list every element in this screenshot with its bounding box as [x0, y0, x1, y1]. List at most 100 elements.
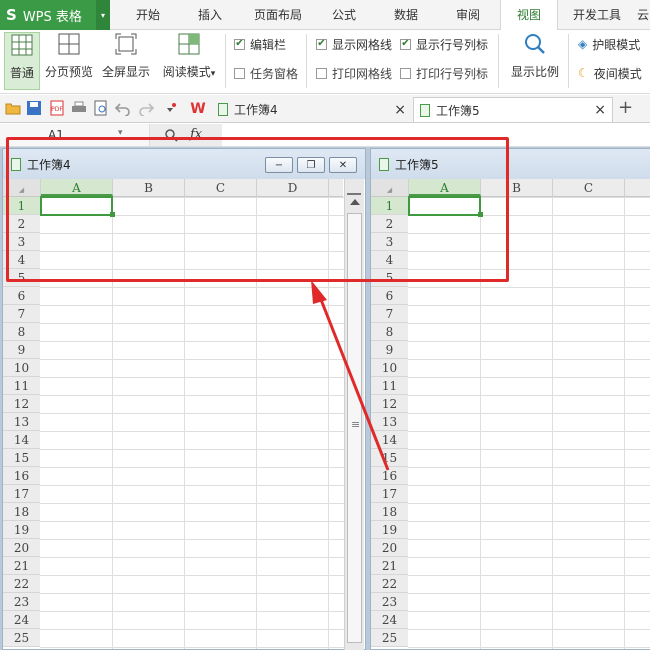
print-headers-checkbox[interactable]: 打印行号列标	[400, 64, 488, 82]
row-header-18[interactable]: 18	[3, 503, 40, 521]
row-header-17[interactable]: 17	[3, 485, 40, 503]
doc-tab-workbook5[interactable]: 工作簿5 ×	[413, 97, 613, 122]
print-preview-icon[interactable]	[93, 100, 109, 116]
column-header-c[interactable]: C	[553, 179, 625, 196]
row-header-16[interactable]: 16	[371, 467, 408, 485]
undo-icon[interactable]	[115, 100, 131, 116]
reading-mode-icon	[178, 33, 200, 55]
row-header-13[interactable]: 13	[371, 413, 408, 431]
row-header-6[interactable]: 6	[3, 287, 40, 305]
row-header-23[interactable]: 23	[371, 593, 408, 611]
show-headers-label: 显示行号列标	[416, 37, 489, 52]
row-header-9[interactable]: 9	[371, 341, 408, 359]
row-header-14[interactable]: 14	[3, 431, 40, 449]
row-header-6[interactable]: 6	[371, 287, 408, 305]
row-header-19[interactable]: 19	[3, 521, 40, 539]
row-header-22[interactable]: 22	[371, 575, 408, 593]
redo-icon[interactable]	[138, 100, 154, 116]
row-header-9[interactable]: 9	[3, 341, 40, 359]
ribbon-separator	[225, 34, 226, 88]
row-header-8[interactable]: 8	[3, 323, 40, 341]
app-title: WPS 表格	[22, 9, 82, 25]
row-header-18[interactable]: 18	[371, 503, 408, 521]
menu-tab-start[interactable]: 开始	[122, 0, 174, 30]
row-header-15[interactable]: 15	[3, 449, 40, 467]
menu-tab-cloud[interactable]: 云	[636, 0, 650, 30]
page-break-icon	[58, 33, 80, 55]
svg-text:W: W	[190, 101, 205, 116]
row-header-22[interactable]: 22	[3, 575, 40, 593]
print-icon[interactable]	[71, 100, 87, 116]
export-pdf-icon[interactable]: PDF	[49, 100, 65, 116]
checkbox-checked-icon: ✔	[400, 38, 411, 50]
menu-tab-formula[interactable]: 公式	[318, 0, 370, 30]
task-pane-checkbox[interactable]: 任务窗格	[234, 64, 298, 82]
menu-tab-insert[interactable]: 插入	[182, 0, 238, 30]
close-tab-icon[interactable]: ×	[594, 102, 606, 118]
new-tab-button[interactable]: +	[618, 97, 633, 118]
app-dropdown-icon[interactable]: ▾	[96, 0, 110, 30]
row-header-10[interactable]: 10	[3, 359, 40, 377]
row-header-8[interactable]: 8	[371, 323, 408, 341]
fullscreen-button[interactable]: 全屏显示	[98, 32, 154, 90]
menu-tab-developer[interactable]: 开发工具	[562, 0, 632, 30]
annotation-highlight-box	[6, 137, 509, 282]
doc-tab-workbook4[interactable]: 工作簿4 ×	[212, 97, 412, 122]
eye-mode-button[interactable]: ◈ 护眼模式	[578, 35, 640, 53]
row-header-12[interactable]: 12	[371, 395, 408, 413]
row-header-21[interactable]: 21	[371, 557, 408, 575]
show-gridlines-checkbox[interactable]: ✔ 显示网格线	[316, 35, 392, 53]
menu-tab-data[interactable]: 数据	[378, 0, 434, 30]
row-header-10[interactable]: 10	[371, 359, 408, 377]
reading-mode-dropdown-icon[interactable]: ▾	[211, 69, 216, 79]
checkbox-unchecked-icon	[316, 67, 327, 79]
spreadsheet-file-icon	[420, 103, 430, 117]
checkbox-unchecked-icon	[400, 67, 411, 79]
doc-tab-label: 工作簿4	[234, 103, 278, 117]
menu-tab-page-layout[interactable]: 页面布局	[244, 0, 312, 30]
row-header-20[interactable]: 20	[371, 539, 408, 557]
gridline	[552, 197, 553, 649]
print-gridlines-checkbox[interactable]: 打印网格线	[316, 64, 392, 82]
row-header-14[interactable]: 14	[371, 431, 408, 449]
row-header-25[interactable]: 25	[371, 629, 408, 647]
open-folder-icon[interactable]	[5, 100, 21, 116]
moon-icon: ☾	[578, 66, 589, 80]
customize-toolbar-icon[interactable]	[164, 100, 180, 116]
row-header-11[interactable]: 11	[3, 377, 40, 395]
row-header-16[interactable]: 16	[3, 467, 40, 485]
night-mode-label: 夜间模式	[593, 66, 642, 81]
row-header-11[interactable]: 11	[371, 377, 408, 395]
row-header-7[interactable]: 7	[371, 305, 408, 323]
row-header-24[interactable]: 24	[3, 611, 40, 629]
row-header-19[interactable]: 19	[371, 521, 408, 539]
show-gridlines-label: 显示网格线	[332, 37, 393, 52]
row-header-17[interactable]: 17	[371, 485, 408, 503]
row-header-24[interactable]: 24	[371, 611, 408, 629]
menu-tab-view[interactable]: 视图	[500, 0, 558, 31]
row-header-7[interactable]: 7	[3, 305, 40, 323]
row-header-12[interactable]: 12	[3, 395, 40, 413]
formula-bar-checkbox[interactable]: ✔ 编辑栏	[234, 35, 286, 53]
column-header-d[interactable]	[625, 179, 650, 196]
row-header-23[interactable]: 23	[3, 593, 40, 611]
night-mode-button[interactable]: ☾ 夜间模式	[578, 64, 642, 82]
reading-mode-label-wrap: 阅读模式▾	[158, 63, 220, 80]
reading-mode-label: 阅读模式	[162, 65, 211, 79]
row-header-20[interactable]: 20	[3, 539, 40, 557]
row-header-25[interactable]: 25	[3, 629, 40, 647]
normal-view-button[interactable]: 普通	[4, 32, 40, 90]
wps-w-logo-icon[interactable]: W	[190, 100, 206, 116]
menu-tab-review[interactable]: 审阅	[440, 0, 496, 30]
page-break-preview-button[interactable]: 分页预览	[42, 32, 96, 90]
row-header-21[interactable]: 21	[3, 557, 40, 575]
row-header-15[interactable]: 15	[371, 449, 408, 467]
save-icon[interactable]	[26, 100, 42, 116]
zoom-button[interactable]: 显示比例	[506, 32, 564, 90]
close-tab-icon[interactable]: ×	[394, 102, 406, 118]
show-headers-checkbox[interactable]: ✔ 显示行号列标	[400, 35, 488, 53]
scroll-grip-icon: ≡	[351, 418, 361, 431]
reading-mode-button[interactable]: 阅读模式▾	[158, 32, 220, 90]
app-menu-button[interactable]: S WPS 表格 ▾	[0, 0, 110, 30]
row-header-13[interactable]: 13	[3, 413, 40, 431]
